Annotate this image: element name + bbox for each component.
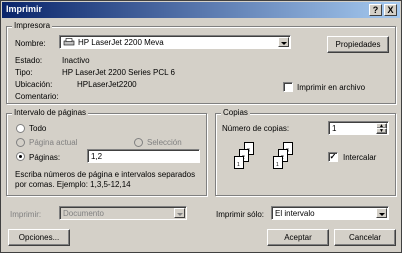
page-range-group-label: Intervalo de páginas	[12, 108, 89, 117]
print-dialog: Imprimir ? X Impresora Nombre: HP LaserJ…	[0, 0, 402, 253]
printer-name-value: HP LaserJet 2200 Meva	[78, 38, 164, 47]
collate-label: Intercalar	[343, 153, 377, 162]
print-only-value: El intervalo	[275, 209, 315, 218]
close-button[interactable]: X	[384, 4, 397, 16]
cancel-button[interactable]: Cancelar	[334, 229, 396, 246]
options-button[interactable]: Opciones...	[8, 229, 70, 246]
all-pages-radio[interactable]	[16, 124, 25, 133]
copies-group-label: Copias	[221, 108, 250, 117]
print-only-dropdown[interactable]: El intervalo	[271, 206, 389, 220]
location-value: HPLaserJet2200	[77, 80, 137, 89]
chevron-down-icon[interactable]	[174, 208, 185, 218]
ok-button[interactable]: Aceptar	[267, 229, 329, 246]
pages-radio[interactable]	[16, 152, 25, 161]
collate-page: 1	[234, 156, 244, 169]
window-title: Imprimir	[6, 4, 43, 14]
print-to-file-label: Imprimir en archivo	[297, 83, 366, 92]
chevron-down-icon[interactable]	[278, 37, 289, 47]
pages-input[interactable]: 1,2	[87, 149, 200, 163]
all-pages-label: Todo	[29, 124, 47, 133]
print-what-label: Imprimir:	[10, 210, 42, 219]
location-label: Ubicación:	[15, 80, 53, 89]
current-page-label: Página actual	[29, 138, 78, 147]
pages-input-value: 1,2	[91, 152, 103, 161]
copies-spinner[interactable]: 1 ▲ ▼	[328, 121, 389, 135]
printer-icon	[63, 38, 75, 46]
selection-radio[interactable]	[134, 138, 143, 147]
range-hint-line1: Escriba números de página e intervalos s…	[15, 170, 196, 179]
printer-group-label: Impresora	[12, 21, 53, 30]
comment-label: Comentario:	[15, 92, 59, 101]
print-what-value: Documento	[63, 209, 104, 218]
current-page-radio[interactable]	[16, 138, 25, 147]
copies-value: 1	[332, 124, 337, 133]
title-bar[interactable]: Imprimir ? X	[2, 2, 400, 18]
selection-label: Selección	[147, 138, 182, 147]
status-label: Estado:	[15, 56, 43, 65]
collate-checkbox[interactable]: ✓	[328, 152, 338, 162]
print-what-dropdown[interactable]: Documento	[59, 206, 187, 220]
pages-label: Páginas:	[29, 153, 61, 162]
chevron-down-icon[interactable]	[376, 208, 387, 218]
help-button[interactable]: ?	[369, 4, 382, 16]
properties-button[interactable]: Propiedades	[327, 36, 389, 53]
type-label: Tipo:	[15, 68, 33, 77]
printer-name-dropdown[interactable]: HP LaserJet 2200 Meva	[59, 35, 291, 49]
status-value: Inactivo	[62, 56, 90, 65]
print-only-label: Imprimir sólo:	[216, 210, 265, 219]
copies-count-label: Número de copias:	[222, 124, 290, 133]
print-to-file-checkbox[interactable]	[283, 82, 293, 92]
name-label: Nombre:	[15, 39, 46, 48]
spin-down-icon[interactable]: ▼	[376, 128, 387, 134]
collate-page: 1	[273, 156, 283, 169]
range-hint-line2: por comas. Ejemplo: 1,3,5-12,14	[15, 180, 131, 189]
type-value: HP LaserJet 2200 Series PCL 6	[62, 68, 175, 77]
